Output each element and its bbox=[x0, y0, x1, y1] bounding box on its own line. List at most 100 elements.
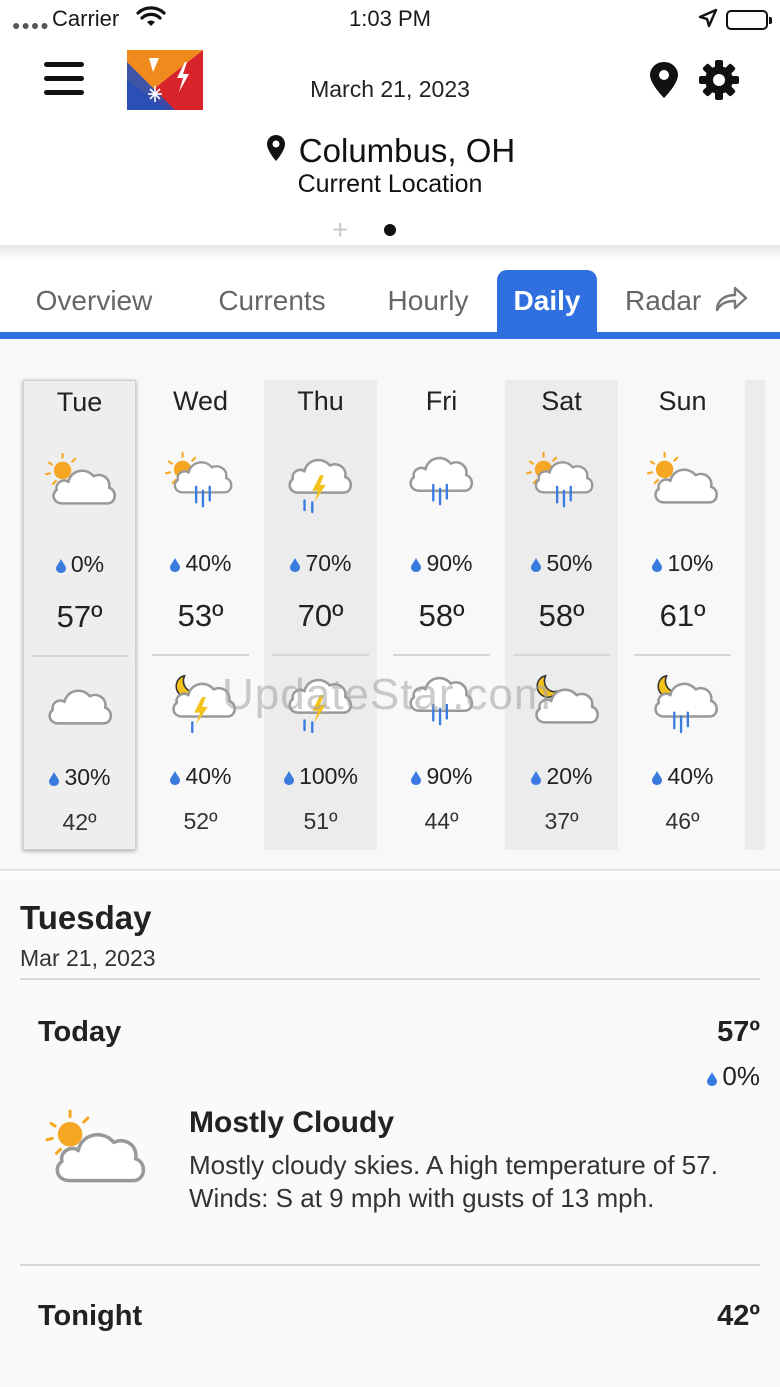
day-precip: 90% bbox=[385, 550, 498, 577]
location-pin-icon bbox=[265, 132, 287, 170]
divider bbox=[152, 654, 249, 656]
tonight-low: 42º bbox=[717, 1300, 760, 1332]
today-precip: 0% bbox=[706, 1061, 760, 1092]
location-city: Columbus, OH bbox=[298, 132, 516, 169]
night-low: 46º bbox=[665, 808, 700, 834]
night-precip: 90% bbox=[385, 763, 498, 790]
condition-description: Mostly cloudy skies. A high temperature … bbox=[189, 1150, 718, 1213]
divider bbox=[272, 654, 369, 656]
tab-overview[interactable]: Overview bbox=[14, 270, 174, 332]
tab-currents[interactable]: Currents bbox=[196, 270, 348, 332]
raindrop-icon bbox=[55, 559, 66, 573]
condition-title: Mostly Cloudy bbox=[189, 1106, 395, 1139]
rain-icon bbox=[403, 450, 481, 514]
night-low: 42º bbox=[62, 809, 97, 835]
tab-bar: Overview Currents Hourly Daily Radar bbox=[0, 270, 780, 334]
day-precip: 10% bbox=[626, 550, 739, 577]
day-column-wed[interactable]: Wed 40% 53º 40% 52º bbox=[144, 380, 257, 850]
day-high: 70º bbox=[297, 598, 344, 633]
raindrop-icon bbox=[411, 558, 422, 572]
page-dot-active[interactable] bbox=[384, 224, 396, 236]
night-low: 52º bbox=[183, 808, 218, 834]
day-high: 61º bbox=[659, 598, 706, 633]
status-bar: ●●●● Carrier 1:03 PM bbox=[0, 0, 780, 40]
raindrop-icon bbox=[531, 558, 542, 572]
day-name: Wed bbox=[172, 386, 229, 416]
rain-night-icon bbox=[644, 670, 722, 734]
day-name: Tue bbox=[56, 387, 103, 417]
night-precip: 100% bbox=[264, 763, 377, 790]
day-name: Fri bbox=[425, 386, 458, 416]
day-name: Sun bbox=[658, 386, 707, 416]
location-arrow-icon bbox=[698, 8, 718, 34]
day-column-sat[interactable]: Sat 50% 58º 20% 37º bbox=[505, 380, 618, 850]
watermark: UpdateStar.com bbox=[222, 670, 552, 719]
night-precip: 40% bbox=[144, 763, 257, 790]
gear-icon[interactable] bbox=[697, 58, 741, 107]
divider bbox=[20, 1264, 760, 1266]
raindrop-icon bbox=[531, 771, 542, 785]
daily-forecast-panel: Tue 0% 57º 30% 42º Wed 40% 53º 40% 52º Thu 70% 70º 10… bbox=[0, 339, 780, 871]
battery-icon bbox=[726, 10, 772, 30]
raindrop-icon bbox=[170, 558, 181, 572]
day-precip: 50% bbox=[505, 550, 618, 577]
today-label: Today bbox=[38, 1016, 122, 1048]
partly-cloudy-day-icon bbox=[38, 1107, 154, 1197]
day-precip: 40% bbox=[144, 550, 257, 577]
raindrop-icon bbox=[411, 771, 422, 785]
partly-cloudy-day-icon bbox=[644, 450, 722, 514]
location-block[interactable]: Columbus, OH Current Location bbox=[0, 132, 780, 199]
clock: 1:03 PM bbox=[349, 6, 431, 31]
partly-cloudy-day-icon bbox=[42, 451, 120, 515]
night-precip: 40% bbox=[626, 763, 739, 790]
day-name: Thu bbox=[297, 386, 344, 416]
tab-underline bbox=[0, 332, 780, 339]
day-high: 58º bbox=[538, 598, 585, 633]
night-low: 51º bbox=[303, 808, 338, 834]
location-subtitle: Current Location bbox=[297, 170, 483, 198]
share-arrow-icon bbox=[713, 274, 749, 336]
details-day-name: Tuesday bbox=[20, 899, 152, 936]
tab-radar[interactable]: Radar bbox=[612, 270, 762, 332]
raindrop-icon bbox=[290, 558, 301, 572]
raindrop-icon bbox=[49, 772, 60, 786]
day-column-fri[interactable]: Fri 90% 58º 90% 44º bbox=[385, 380, 498, 850]
tonight-label: Tonight bbox=[38, 1300, 143, 1332]
tab-daily[interactable]: Daily bbox=[497, 270, 597, 332]
night-precip: 20% bbox=[505, 763, 618, 790]
details-date: Mar 21, 2023 bbox=[20, 945, 156, 971]
divider bbox=[513, 654, 610, 656]
divider bbox=[32, 655, 129, 657]
day-column-partial[interactable] bbox=[745, 380, 765, 850]
day-column-sun[interactable]: Sun 10% 61º 40% 46º bbox=[626, 380, 739, 850]
day-high: 53º bbox=[177, 598, 224, 633]
divider bbox=[634, 654, 731, 656]
day-precip: 0% bbox=[24, 551, 135, 578]
day-column-tue[interactable]: Tue 0% 57º 30% 42º bbox=[23, 380, 136, 850]
raindrop-icon bbox=[170, 771, 181, 785]
raindrop-icon bbox=[652, 771, 663, 785]
day-column-thu[interactable]: Thu 70% 70º 100% 51º bbox=[264, 380, 377, 850]
cloudy-icon bbox=[42, 671, 120, 735]
day-high: 57º bbox=[56, 599, 103, 634]
thunderstorm-icon bbox=[282, 450, 360, 514]
day-details: Tuesday Mar 21, 2023 Today 57º 0% Mostly… bbox=[0, 873, 780, 1387]
day-precip: 70% bbox=[264, 550, 377, 577]
tab-hourly[interactable]: Hourly bbox=[368, 270, 488, 332]
raindrop-icon bbox=[652, 558, 663, 572]
partly-cloudy-rain-day-icon bbox=[162, 450, 240, 514]
add-location-icon[interactable]: + bbox=[332, 216, 348, 244]
night-low: 37º bbox=[544, 808, 579, 834]
day-name: Sat bbox=[541, 386, 582, 416]
raindrop-icon bbox=[707, 1072, 718, 1086]
night-low: 44º bbox=[424, 808, 459, 834]
partly-cloudy-rain-day-icon bbox=[523, 450, 601, 514]
divider bbox=[393, 654, 490, 656]
today-high: 57º bbox=[717, 1016, 760, 1048]
tab-radar-label: Radar bbox=[624, 285, 702, 316]
raindrop-icon bbox=[284, 771, 295, 785]
day-high: 58º bbox=[418, 598, 465, 633]
night-precip: 30% bbox=[24, 764, 135, 791]
map-pin-icon[interactable] bbox=[646, 60, 682, 105]
header-shadow bbox=[0, 245, 780, 259]
